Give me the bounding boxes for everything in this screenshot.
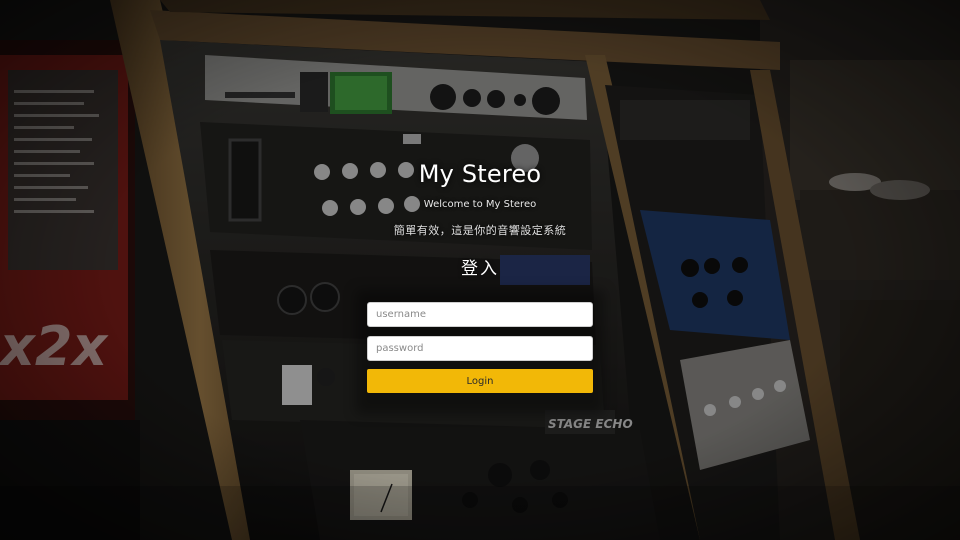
app-title: My Stereo (418, 160, 542, 188)
tagline-text: 簡單有效，這是你的音響設定系統 (393, 224, 567, 237)
password-input[interactable] (367, 336, 593, 361)
login-heading: 登入 (0, 254, 960, 279)
login-panel: My Stereo Welcome to My Stereo 簡單有效，這是你的… (0, 0, 960, 540)
username-input[interactable] (367, 302, 593, 327)
login-heading-label: 登入 (461, 259, 499, 279)
welcome-text: Welcome to My Stereo (423, 199, 537, 210)
login-button[interactable]: Login (367, 369, 593, 393)
